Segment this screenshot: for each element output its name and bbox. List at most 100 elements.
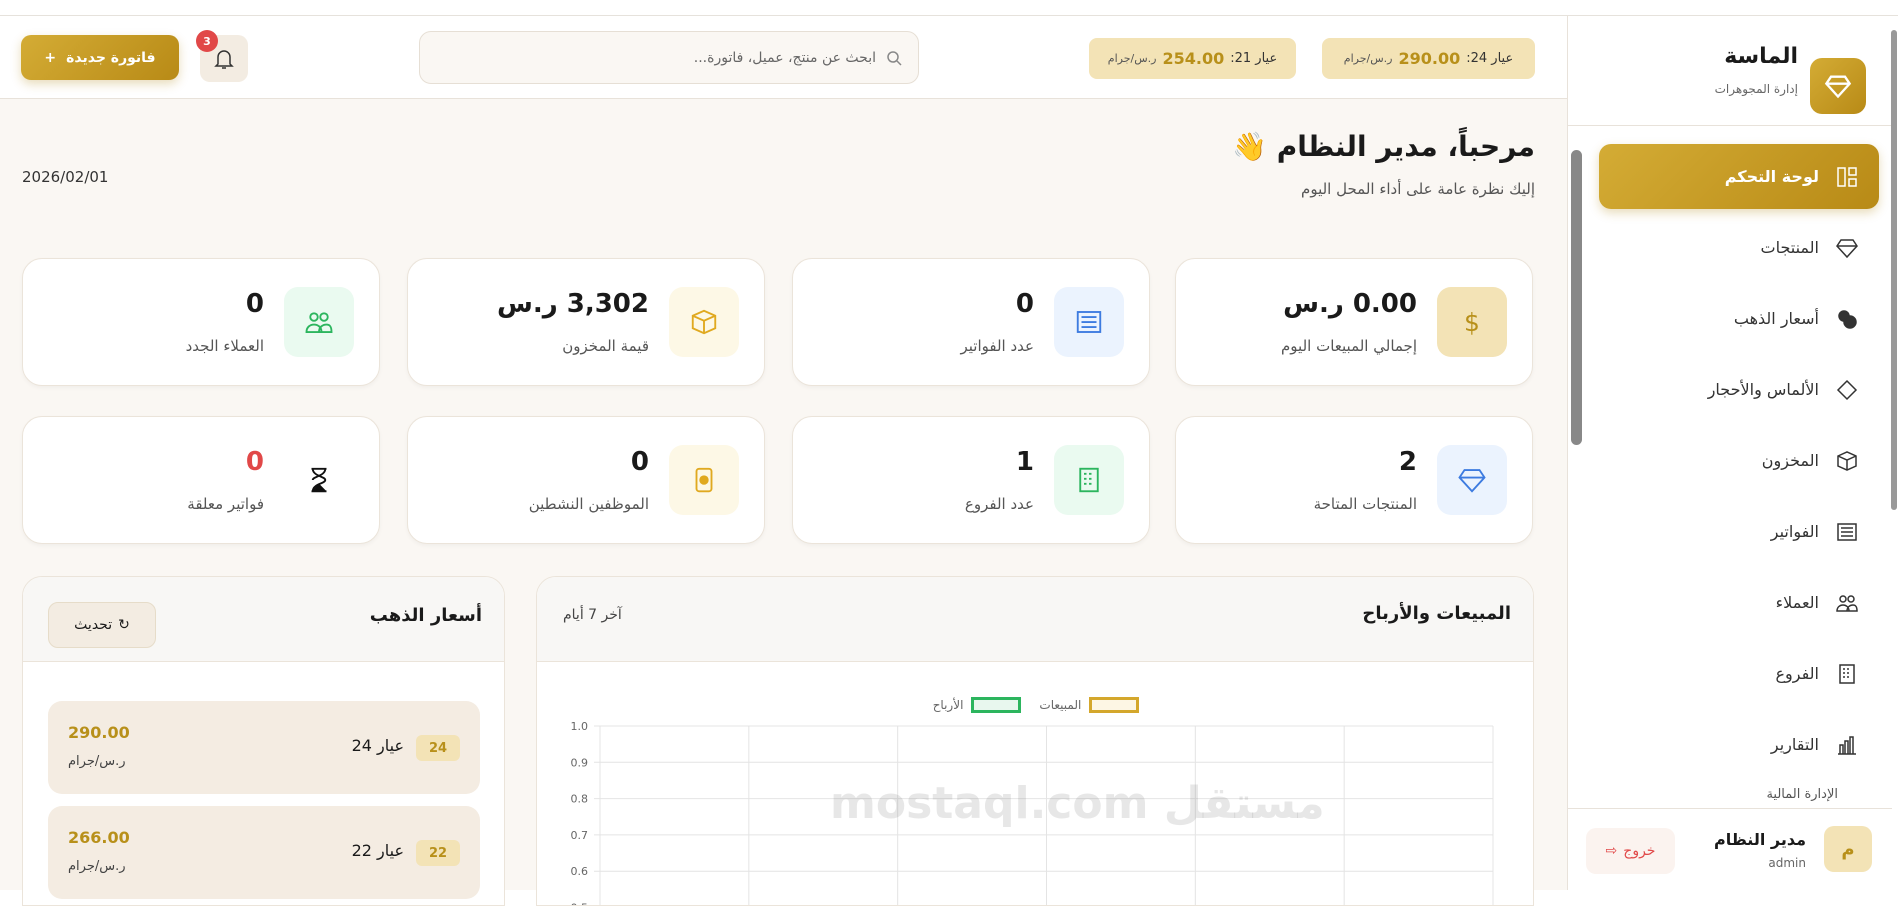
logout-icon: ⇨ — [1606, 843, 1618, 859]
stat-value: 0 — [1016, 289, 1034, 319]
sidebar-item-reports[interactable]: التقارير — [1599, 712, 1879, 777]
stat-value: 0 — [246, 289, 264, 319]
sidebar-item-label: الفروع — [1775, 664, 1819, 683]
building-icon — [1835, 662, 1859, 686]
refresh-button[interactable]: ↻ تحديث — [48, 602, 156, 648]
browser-strip — [0, 0, 1898, 16]
sales-profits-panel: المبيعات والأرباح آخر 7 أيام المبيعات ال… — [536, 576, 1534, 906]
y-tick-label: 0.7 — [571, 829, 589, 842]
coins-icon — [1835, 307, 1859, 331]
notification-badge: 3 — [196, 30, 218, 52]
stat-card-branches-count: 1 عدد الفروع — [792, 416, 1150, 544]
sidebar-section-label: الإدارة المالية — [1766, 787, 1838, 802]
logout-button[interactable]: خروج ⇨ — [1586, 828, 1675, 874]
gold-prices-panel: أسعار الذهب ↻تحديث 24 عيار 24 290.00 ر.س… — [22, 576, 505, 906]
gold-price: 266.00 — [68, 828, 130, 847]
users-icon — [284, 287, 354, 357]
karat-badge: 24 — [416, 735, 460, 761]
stat-label: الموظفين النشطين — [529, 495, 649, 513]
stat-card-sales-today: $ 0.00 ر.س إجمالي المبيعات اليوم — [1175, 258, 1533, 386]
current-date: 2026/02/01 — [22, 168, 108, 186]
karat-label: عيار 22 — [352, 841, 404, 860]
new-invoice-button[interactable]: +فاتورة جديدة — [21, 35, 179, 80]
stat-card-invoices-count: 0 عدد الفواتير — [792, 258, 1150, 386]
stat-card-inventory-value: 3,302 ر.س قيمة المخزون — [407, 258, 765, 386]
stat-value: 0.00 ر.س — [1283, 289, 1417, 319]
stat-card-active-employees: 0 الموظفين النشطين — [407, 416, 765, 544]
box-icon — [1835, 449, 1859, 473]
users-icon — [1835, 591, 1859, 615]
karat-label: عيار 24 — [352, 736, 404, 755]
stat-value: 0 — [631, 447, 649, 477]
user-name: مدير النظام — [1714, 830, 1806, 849]
search-input[interactable]: ابحث عن منتج، عميل، فاتورة... — [419, 31, 919, 84]
stat-label: إجمالي المبيعات اليوم — [1281, 337, 1417, 355]
gold-price-24-chip: عيار 24:290.00ر.س/جرام — [1322, 38, 1535, 79]
bell-icon — [214, 48, 234, 70]
box-icon — [669, 287, 739, 357]
building-icon — [1054, 445, 1124, 515]
sidebar-item-label: الفواتير — [1771, 522, 1819, 541]
logout-label: خروج — [1623, 843, 1655, 859]
y-tick-label: 0.5 — [571, 902, 589, 906]
page-scrollbar[interactable] — [1891, 30, 1897, 510]
y-tick-label: 0.8 — [571, 793, 589, 806]
stat-value: 2 — [1399, 447, 1417, 477]
dashboard-icon — [1835, 165, 1859, 189]
gold-price-item: 22 عيار 22 266.00 ر.س/جرام — [48, 806, 480, 899]
sidebar-item-customers[interactable]: العملاء — [1599, 570, 1879, 635]
gem-icon — [1835, 378, 1859, 402]
sidebar-item-gold-prices[interactable]: أسعار الذهب — [1599, 286, 1879, 351]
chart-period: آخر 7 أيام — [563, 607, 622, 623]
gold-price-item: 24 عيار 24 290.00 ر.س/جرام — [48, 701, 480, 794]
sidebar-item-label: التقارير — [1771, 735, 1819, 754]
watermark: مستقل mostaql.com — [830, 780, 1325, 828]
stat-card-new-customers: 0 العملاء الجدد — [22, 258, 380, 386]
diamond-icon — [1824, 72, 1852, 100]
stat-label: المنتجات المتاحة — [1314, 495, 1417, 513]
sidebar-item-inventory[interactable]: المخزون — [1599, 428, 1879, 493]
refresh-icon: ↻ — [118, 617, 130, 633]
sidebar-item-dashboard[interactable]: لوحة التحكم — [1599, 144, 1879, 209]
sidebar-item-branches[interactable]: الفروع — [1599, 641, 1879, 706]
page-title: مرحباً، مدير النظام 👋 — [1232, 130, 1535, 163]
refresh-label: تحديث — [74, 617, 112, 633]
y-tick-label: 0.9 — [571, 756, 589, 769]
logo — [1810, 58, 1866, 114]
karat-badge: 22 — [416, 840, 460, 866]
avatar: م — [1824, 826, 1872, 872]
divider — [1567, 125, 1892, 126]
hourglass-icon — [284, 445, 354, 515]
brand-subtitle: إدارة المجوهرات — [1715, 82, 1798, 96]
gold-price-21-chip: عيار 21:254.00ر.س/جرام — [1089, 38, 1296, 79]
search-placeholder: ابحث عن منتج، عميل، فاتورة... — [694, 50, 876, 66]
sidebar-item-diamonds-stones[interactable]: الألماس والأحجار — [1599, 357, 1879, 422]
diamond-icon — [1835, 236, 1859, 260]
stat-value: 1 — [1016, 447, 1034, 477]
sidebar-scrollbar[interactable] — [1571, 150, 1582, 445]
sidebar-item-label: الألماس والأحجار — [1708, 380, 1819, 399]
stat-label: عدد الفروع — [965, 495, 1034, 513]
svg-text:$: $ — [1464, 308, 1480, 337]
sidebar-item-products[interactable]: المنتجات — [1599, 215, 1879, 280]
page-subtitle: إليك نظرة عامة على أداء المحل اليوم — [1301, 180, 1535, 198]
dollar-icon: $ — [1437, 287, 1507, 357]
stat-card-available-products: 2 المنتجات المتاحة — [1175, 416, 1533, 544]
sidebar-item-label: المنتجات — [1761, 238, 1820, 257]
stat-value: 0 — [246, 447, 264, 477]
stat-label: قيمة المخزون — [562, 337, 649, 355]
gold-price: 290.00 — [68, 723, 130, 742]
stat-label: عدد الفواتير — [961, 337, 1035, 355]
search-icon — [886, 50, 902, 66]
gold-unit: ر.س/جرام — [68, 859, 126, 874]
badge-icon — [669, 445, 739, 515]
stat-label: العملاء الجدد — [186, 337, 264, 355]
stat-value: 3,302 ر.س — [497, 289, 649, 319]
sidebar-item-label: لوحة التحكم — [1725, 167, 1819, 186]
diamond-icon — [1437, 445, 1507, 515]
invoice-icon — [1054, 287, 1124, 357]
stat-card-pending-invoices: 0 فواتير معلقة — [22, 416, 380, 544]
sidebar-item-invoices[interactable]: الفواتير — [1599, 499, 1879, 564]
invoice-icon — [1835, 520, 1859, 544]
brand-name: الماسة — [1724, 44, 1798, 69]
